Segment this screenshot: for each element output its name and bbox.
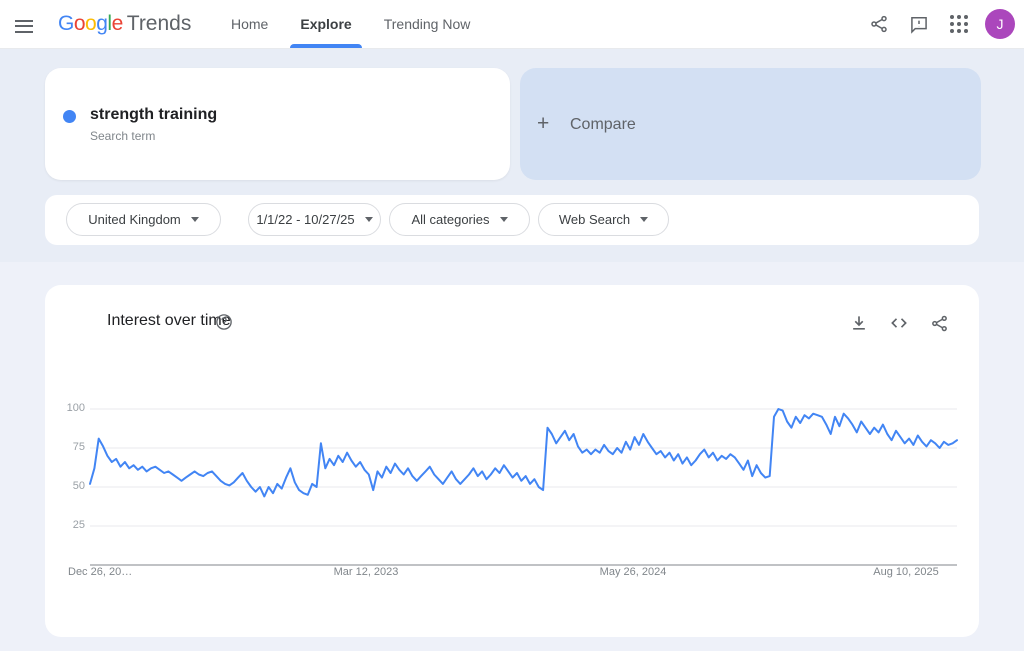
x-axis-tick: Mar 12, 2023 xyxy=(326,566,406,578)
logo-letter: o xyxy=(85,12,96,35)
logo-letter: e xyxy=(112,12,123,35)
chevron-down-icon xyxy=(640,217,648,222)
search-term-card[interactable]: strength training Search term xyxy=(45,68,510,180)
geo-filter-dropdown[interactable]: United Kingdom xyxy=(66,203,221,236)
filter-bar: United Kingdom 1/1/22 - 10/27/25 All cat… xyxy=(45,195,979,245)
geo-filter-label: United Kingdom xyxy=(88,212,181,227)
time-range-filter-dropdown[interactable]: 1/1/22 - 10/27/25 xyxy=(248,203,381,236)
x-axis-tick: Dec 26, 20… xyxy=(68,566,132,578)
search-term-subtitle: Search term xyxy=(90,129,155,143)
share-icon[interactable] xyxy=(859,4,899,44)
nav-tab-home[interactable]: Home xyxy=(215,0,284,48)
feedback-icon[interactable] xyxy=(899,4,939,44)
trend-line xyxy=(90,409,957,496)
logo-letter: G xyxy=(58,12,74,35)
menu-icon[interactable] xyxy=(12,12,36,36)
interest-over-time-card: Interest over time 100 75 50 25 xyxy=(45,285,979,637)
apps-grid-icon[interactable] xyxy=(939,4,979,44)
nav-tab-trending-now[interactable]: Trending Now xyxy=(368,0,487,48)
trend-chart[interactable] xyxy=(45,285,979,637)
top-actions: J xyxy=(859,0,1024,48)
plus-icon: + xyxy=(537,112,549,136)
logo-letter: g xyxy=(96,12,107,35)
series-color-dot-icon xyxy=(63,110,76,123)
avatar[interactable]: J xyxy=(985,9,1015,39)
chevron-down-icon xyxy=(191,217,199,222)
google-trends-logo[interactable]: GoogleTrends xyxy=(58,0,191,48)
search-term-title: strength training xyxy=(90,106,217,124)
compare-label: Compare xyxy=(570,116,636,134)
search-type-label: Web Search xyxy=(559,212,630,227)
logo-suffix: Trends xyxy=(127,12,192,35)
logo-letter: o xyxy=(74,12,85,35)
main-nav: Home Explore Trending Now xyxy=(215,0,486,48)
chevron-down-icon xyxy=(365,217,373,222)
top-app-bar: GoogleTrends Home Explore Trending Now J xyxy=(0,0,1024,49)
category-filter-label: All categories xyxy=(411,212,489,227)
nav-tab-explore[interactable]: Explore xyxy=(284,0,367,48)
time-range-label: 1/1/22 - 10/27/25 xyxy=(256,212,354,227)
x-axis-tick: Aug 10, 2025 xyxy=(866,566,946,578)
search-type-filter-dropdown[interactable]: Web Search xyxy=(538,203,669,236)
x-axis-tick: May 26, 2024 xyxy=(593,566,673,578)
category-filter-dropdown[interactable]: All categories xyxy=(389,203,530,236)
chevron-down-icon xyxy=(500,217,508,222)
